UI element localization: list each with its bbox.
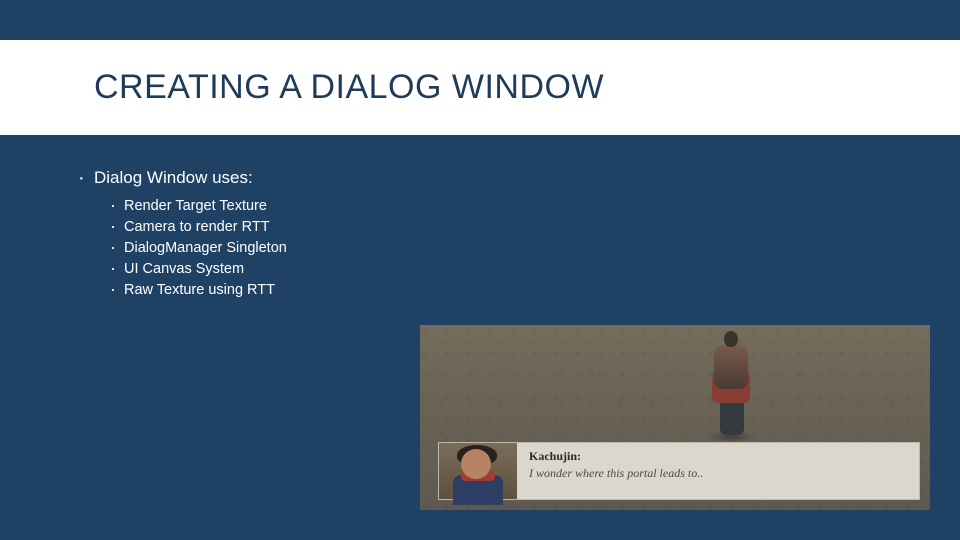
dialog-box: Kachujin: I wonder where this portal lea… xyxy=(438,442,920,500)
character-back xyxy=(700,329,760,447)
dialog-avatar xyxy=(439,443,517,499)
sub-bullet: DialogManager Singleton xyxy=(124,238,854,259)
dialog-speaker-name: Kachujin: xyxy=(529,449,907,464)
content-area: Dialog Window uses: Render Target Textur… xyxy=(94,168,854,301)
header-strip xyxy=(0,0,960,40)
title-band: CREATING A DIALOG WINDOW xyxy=(0,40,960,135)
slide-title: CREATING A DIALOG WINDOW xyxy=(94,68,604,107)
dialog-line: I wonder where this portal leads to.. xyxy=(529,466,907,481)
sub-bullet-list: Render Target Texture Camera to render R… xyxy=(124,196,854,301)
dialog-text: Kachujin: I wonder where this portal lea… xyxy=(517,443,919,499)
sub-bullet: Render Target Texture xyxy=(124,196,854,217)
sub-bullet: Raw Texture using RTT xyxy=(124,280,854,301)
game-screenshot: Kachujin: I wonder where this portal lea… xyxy=(420,325,930,510)
sub-bullet: UI Canvas System xyxy=(124,259,854,280)
bullet-main: Dialog Window uses: xyxy=(94,168,854,188)
sub-bullet: Camera to render RTT xyxy=(124,217,854,238)
